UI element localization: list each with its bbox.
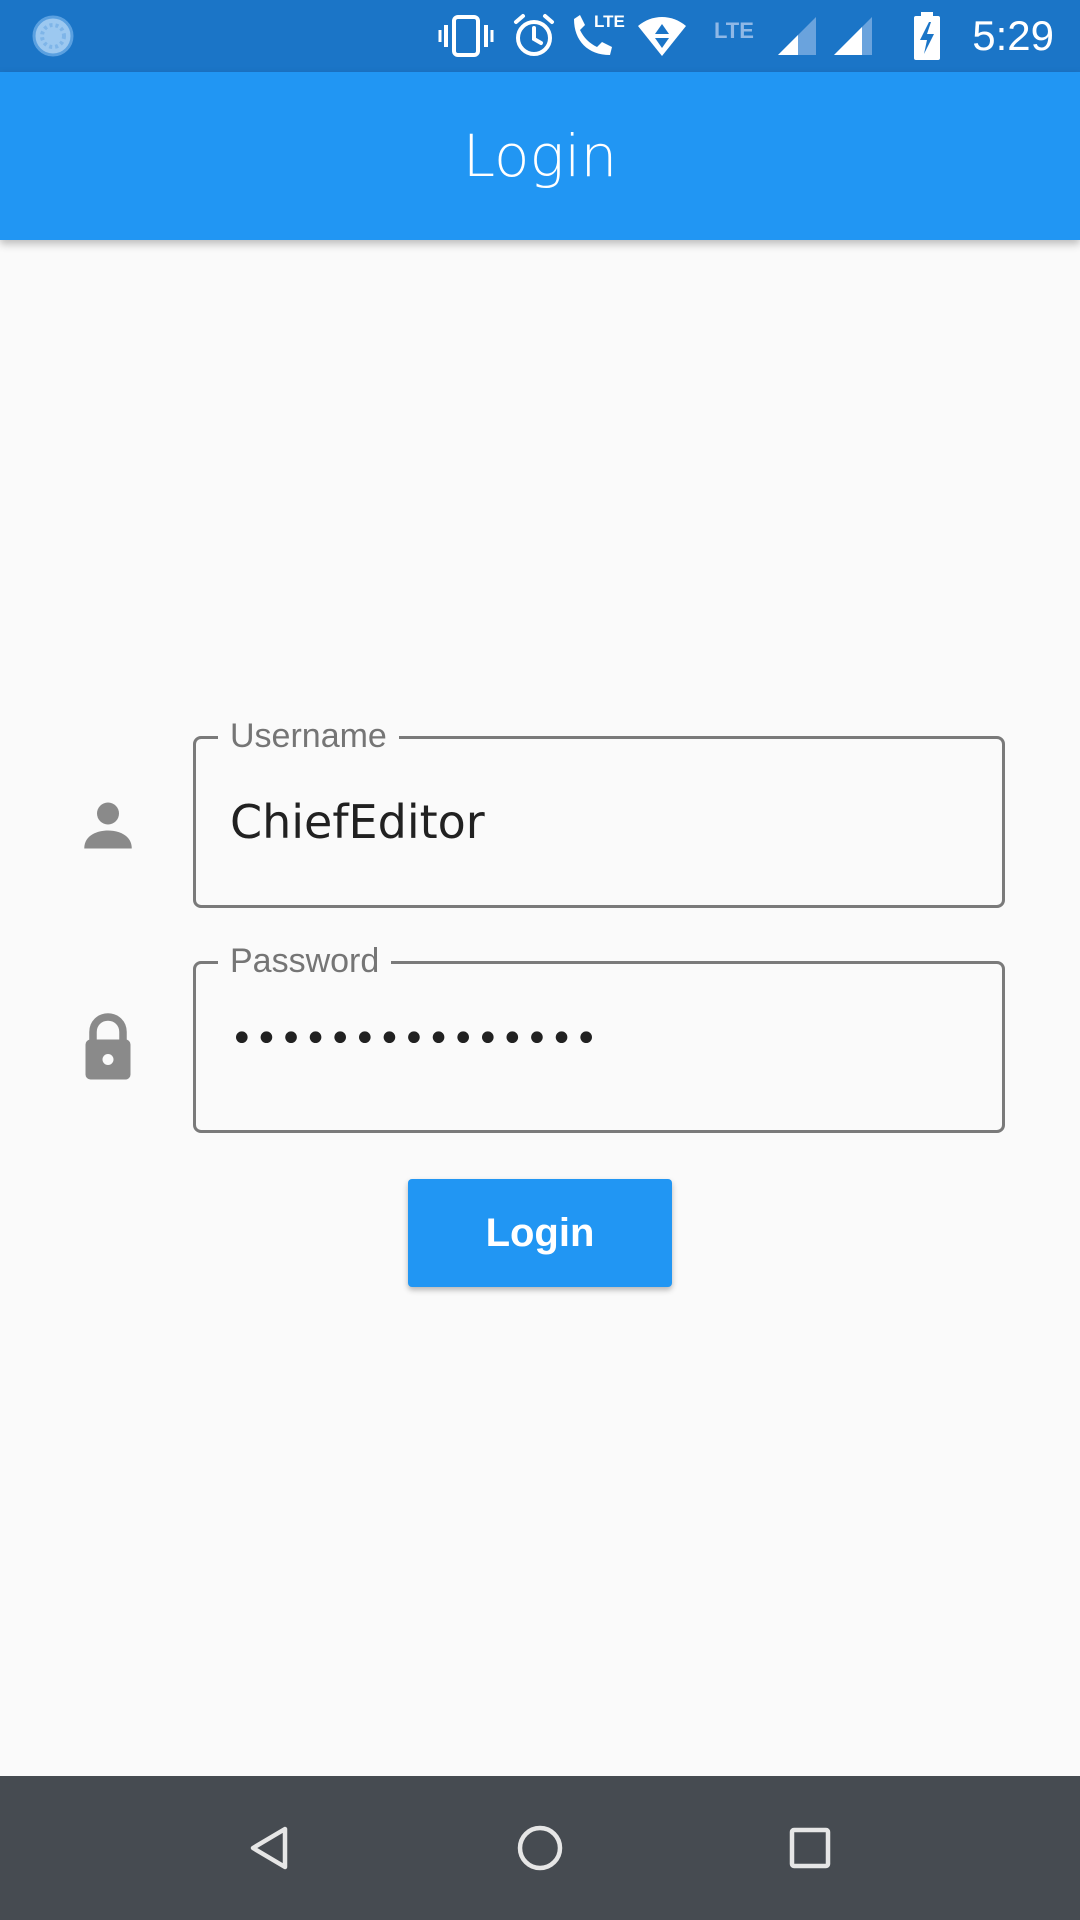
login-screen: LTE LTE 5:29 Login Username ChiefEditor … — [0, 0, 1080, 1920]
signal-icon — [832, 0, 874, 72]
username-input[interactable]: ChiefEditor — [230, 795, 485, 849]
app-bar: Login — [0, 72, 1080, 240]
alarm-icon — [510, 0, 558, 72]
back-icon[interactable] — [210, 1776, 330, 1920]
signal-icon — [776, 0, 818, 72]
login-button[interactable]: Login — [408, 1179, 672, 1287]
svg-text:LTE: LTE — [714, 18, 754, 43]
status-bar: LTE LTE 5:29 — [0, 0, 1080, 72]
home-icon[interactable] — [480, 1776, 600, 1920]
lte-icon: LTE — [712, 0, 762, 72]
password-input[interactable]: ••••••••••••••• — [230, 1016, 599, 1062]
sync-icon — [30, 0, 76, 72]
username-field[interactable]: Username ChiefEditor — [193, 713, 1005, 908]
password-field[interactable]: Password ••••••••••••••• — [193, 938, 1005, 1133]
username-label: Username — [218, 713, 399, 759]
lock-icon — [78, 1012, 138, 1080]
volte-call-icon: LTE — [568, 0, 626, 72]
navigation-bar — [0, 1776, 1080, 1920]
svg-text:LTE: LTE — [594, 12, 625, 31]
battery-charging-icon — [912, 0, 942, 72]
wifi-icon — [636, 0, 688, 72]
person-icon — [78, 796, 138, 856]
page-title: Login — [462, 122, 618, 190]
recents-icon[interactable] — [750, 1776, 870, 1920]
password-label: Password — [218, 938, 392, 984]
vibrate-icon — [438, 0, 494, 72]
status-time: 5:29 — [972, 12, 1054, 59]
